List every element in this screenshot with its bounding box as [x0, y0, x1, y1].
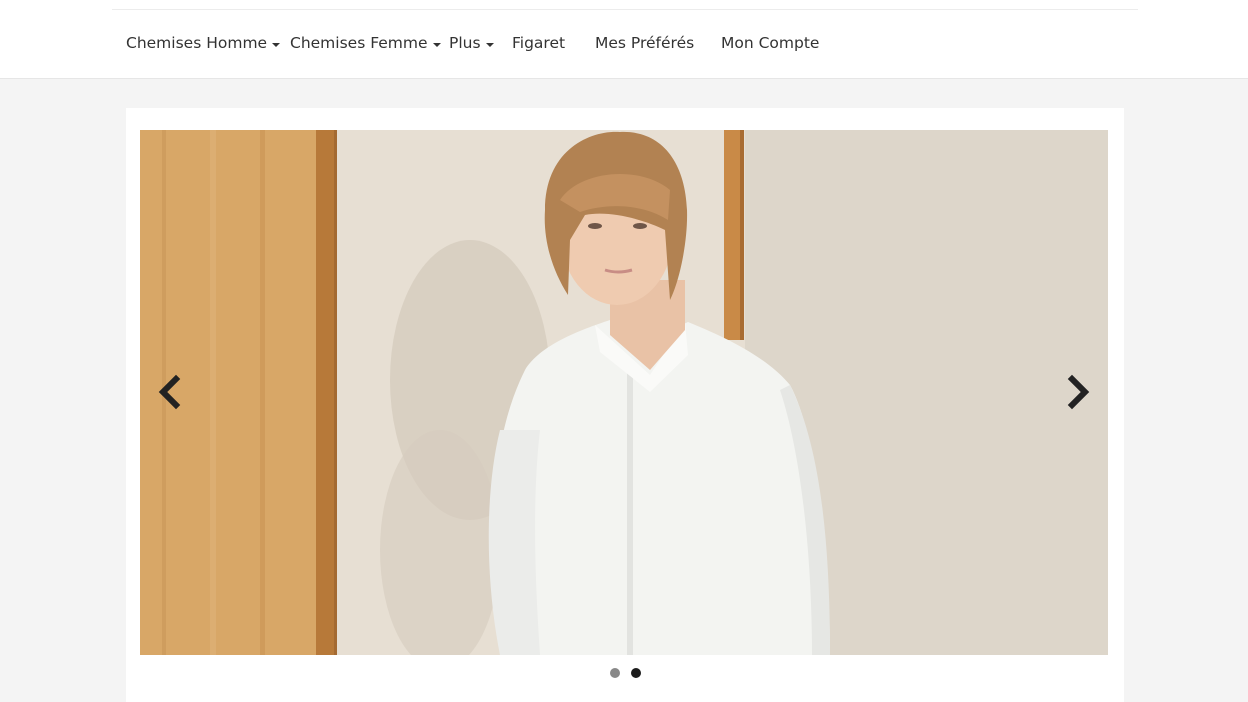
nav-item-label: Figaret: [512, 34, 566, 52]
hero-carousel: [126, 108, 1124, 702]
main-nav: Chemises Homme Chemises Femme Plus Figar…: [126, 31, 819, 55]
carousel-indicator-active[interactable]: [630, 668, 641, 678]
nav-item-mes-preferes[interactable]: Mes Préférés: [595, 34, 721, 52]
header: Chemises Homme Chemises Femme Plus Figar…: [0, 0, 1248, 79]
nav-item-label: Chemises Femme: [290, 34, 428, 52]
nav-item-chemises-homme[interactable]: Chemises Homme: [126, 34, 290, 52]
nav-item-chemises-femme[interactable]: Chemises Femme: [290, 34, 449, 52]
nav-item-mon-compte[interactable]: Mon Compte: [721, 34, 819, 52]
nav-item-label: Mes Préférés: [595, 34, 695, 52]
carousel-indicators: [126, 668, 1124, 678]
caret-down-icon: [432, 42, 441, 47]
nav-item-label: Chemises Homme: [126, 34, 268, 52]
carousel-slide: [140, 130, 1108, 655]
nav-item-plus[interactable]: Plus: [449, 34, 512, 52]
carousel-indicator[interactable]: [609, 668, 620, 678]
nav-item-figaret[interactable]: Figaret: [512, 34, 595, 52]
chevron-left-icon: [158, 374, 181, 410]
nav-item-label: Plus: [449, 34, 481, 52]
carousel-next-button[interactable]: [1062, 373, 1094, 417]
carousel-prev-button[interactable]: [154, 373, 186, 417]
slide-image: [140, 130, 1108, 655]
chevron-right-icon: [1067, 374, 1090, 410]
caret-down-icon: [272, 42, 281, 47]
caret-down-icon: [485, 42, 494, 47]
header-divider: [112, 9, 1138, 10]
nav-item-label: Mon Compte: [721, 34, 820, 52]
